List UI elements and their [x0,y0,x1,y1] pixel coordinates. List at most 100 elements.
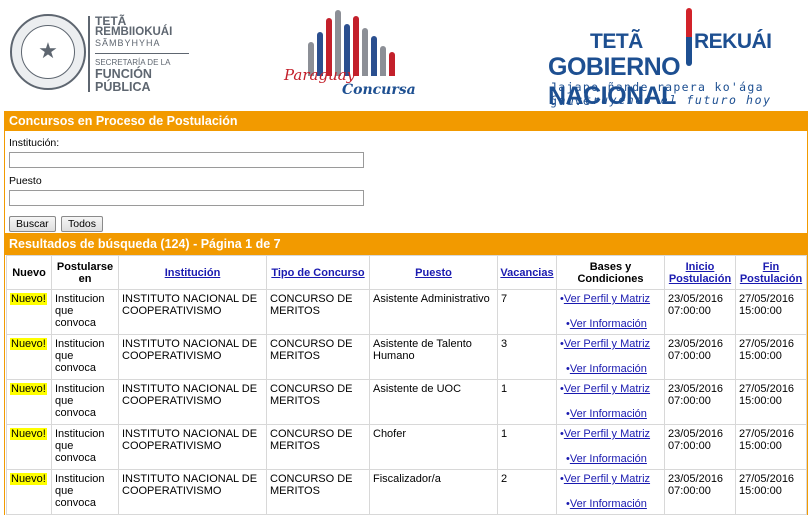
institucion-cell: INSTITUTO NACIONAL DE COOPERATIVISMO [118,334,267,380]
logo-bar-shape [380,46,386,76]
table-row: Nuevo! Institucion que convoca INSTITUTO N… [6,424,807,470]
sort-inicio-link[interactable]: Inicio Postulación [669,261,731,285]
puesto-cell: Asistente Administrativo [369,289,498,335]
tipo-cell: CONCURSO DE MERITOS [266,424,370,470]
column-header-inicio: Inicio Postulación [664,255,736,290]
nuevo-cell: Nuevo! [6,289,52,335]
ver-informacion-link[interactable]: Ver Información [570,318,647,330]
postularse-cell: Institucion que convoca [51,424,119,470]
todos-button[interactable]: Todos [61,216,104,232]
tipo-cell: CONCURSO DE MERITOS [266,469,370,515]
fin-cell: 27/05/2016 15:00:00 [735,379,807,425]
vacancias-cell: 1 [497,379,557,425]
institucion-cell: INSTITUTO NACIONAL DE COOPERATIVISMO [118,289,267,335]
puesto-cell: Chofer [369,424,498,470]
inicio-cell: 23/05/2016 07:00:00 [664,334,736,380]
vacancias-cell: 2 [497,469,557,515]
nuevo-cell: Nuevo! [6,379,52,425]
ver-perfil-link[interactable]: Ver Perfil y Matriz [564,293,650,305]
tipo-cell: CONCURSO DE MERITOS [266,379,370,425]
gobierno-logo-line: REKUÁI [694,30,772,53]
postularse-cell: Institucion que convoca [51,289,119,335]
bases-cell: •Ver Perfil y Matriz •Ver Información [556,424,665,470]
logo-bar-shape [362,28,368,76]
column-header-fin: Fin Postulación [735,255,807,290]
column-header-vacancias: Vacancias [497,255,557,290]
vacancias-cell: 1 [497,424,557,470]
results-table: Nuevo Postularse en Institución Tipo de … [6,255,807,515]
gobierno-logo-slogan: Construyendo el futuro hoy [550,93,772,107]
tipo-cell: CONCURSO DE MERITOS [266,334,370,380]
postularse-cell: Institucion que convoca [51,334,119,380]
institucion-cell: INSTITUTO NACIONAL DE COOPERATIVISMO [118,379,267,425]
institucion-input[interactable] [9,152,364,168]
sfp-logo: TETÃ REMBIIOKUÁI SÃMBYHYHA SECRETARÍA DE… [95,15,189,94]
puesto-label: Puesto [9,175,42,187]
tipo-cell: CONCURSO DE MERITOS [266,289,370,335]
fin-cell: 27/05/2016 15:00:00 [735,424,807,470]
fin-cell: 27/05/2016 15:00:00 [735,334,807,380]
inicio-cell: 23/05/2016 07:00:00 [664,469,736,515]
sfp-logo-line: REMBIIOKUÁI [95,26,173,38]
ver-informacion-item: •Ver Información [560,318,661,330]
vacancias-cell: 3 [497,334,557,380]
nuevo-badge: Nuevo! [10,428,47,440]
puesto-cell: Fiscalizador/a [369,469,498,515]
ver-informacion-link[interactable]: Ver Información [570,498,647,510]
institucion-label: Institución: [9,137,60,149]
ver-perfil-link[interactable]: Ver Perfil y Matriz [564,383,650,395]
sort-puesto-link[interactable]: Puesto [415,267,452,279]
buscar-button[interactable]: Buscar [9,216,56,232]
logo-bar-shape [371,36,377,76]
gobierno-logo-line: TETÃ [590,30,643,53]
table-row: Nuevo! Institucion que convoca INSTITUTO N… [6,334,807,380]
search-panel: Concursos en Proceso de Postulación Inst… [4,111,808,234]
postularse-cell: Institucion que convoca [51,469,119,515]
table-header-row: Nuevo Postularse en Institución Tipo de … [6,255,807,290]
inicio-cell: 23/05/2016 07:00:00 [664,289,736,335]
sort-tipo-link[interactable]: Tipo de Concurso [271,267,364,279]
ver-informacion-item: •Ver Información [560,408,661,420]
nuevo-cell: Nuevo! [6,334,52,380]
ver-perfil-link[interactable]: Ver Perfil y Matriz [564,338,650,350]
fin-cell: 27/05/2016 15:00:00 [735,289,807,335]
column-header-tipo: Tipo de Concurso [266,255,370,290]
page-header: ★ TETÃ REMBIIOKUÁI SÃMBYHYHA SECRETARÍA … [0,0,812,110]
sort-fin-link[interactable]: Fin Postulación [740,261,802,285]
column-header-institucion: Institución [118,255,267,290]
postularse-cell: Institucion que convoca [51,379,119,425]
sort-vacancias-link[interactable]: Vacancias [500,267,553,279]
puesto-input[interactable] [9,190,364,206]
sort-institucion-link[interactable]: Institución [165,267,221,279]
nuevo-badge: Nuevo! [10,293,47,305]
bases-cell: •Ver Perfil y Matriz •Ver Información [556,469,665,515]
column-header-postularse: Postularse en [51,255,119,290]
sfp-divider [88,16,90,92]
bases-cell: •Ver Perfil y Matriz •Ver Información [556,379,665,425]
sfp-logo-rule [95,53,189,54]
ver-informacion-link[interactable]: Ver Información [570,453,647,465]
ver-perfil-link[interactable]: Ver Perfil y Matriz [564,428,650,440]
bases-cell: •Ver Perfil y Matriz •Ver Información [556,334,665,380]
ver-informacion-item: •Ver Información [560,498,661,510]
results-panel: Resultados de búsqueda (124) - Página 1 … [4,233,808,515]
logo-bar-shape [389,52,395,76]
ver-informacion-link[interactable]: Ver Información [570,363,647,375]
nuevo-cell: Nuevo! [6,469,52,515]
inicio-cell: 23/05/2016 07:00:00 [664,424,736,470]
ver-perfil-link[interactable]: Ver Perfil y Matriz [564,473,650,485]
institucion-cell: INSTITUTO NACIONAL DE COOPERATIVISMO [118,469,267,515]
star-icon: ★ [38,38,58,63]
seal-inner-ring: ★ [21,25,75,79]
nuevo-badge: Nuevo! [10,383,47,395]
paraguay-seal-logo: ★ [10,14,86,90]
bases-cell: •Ver Perfil y Matriz •Ver Información [556,289,665,335]
paraguay-concursa-logo: Paraguay Concursa [284,10,416,102]
nuevo-badge: Nuevo! [10,338,47,350]
ver-informacion-link[interactable]: Ver Información [570,408,647,420]
vacancias-cell: 7 [497,289,557,335]
table-row: Nuevo! Institucion que convoca INSTITUTO N… [6,289,807,335]
ver-informacion-item: •Ver Información [560,363,661,375]
nuevo-cell: Nuevo! [6,424,52,470]
puesto-cell: Asistente de UOC [369,379,498,425]
